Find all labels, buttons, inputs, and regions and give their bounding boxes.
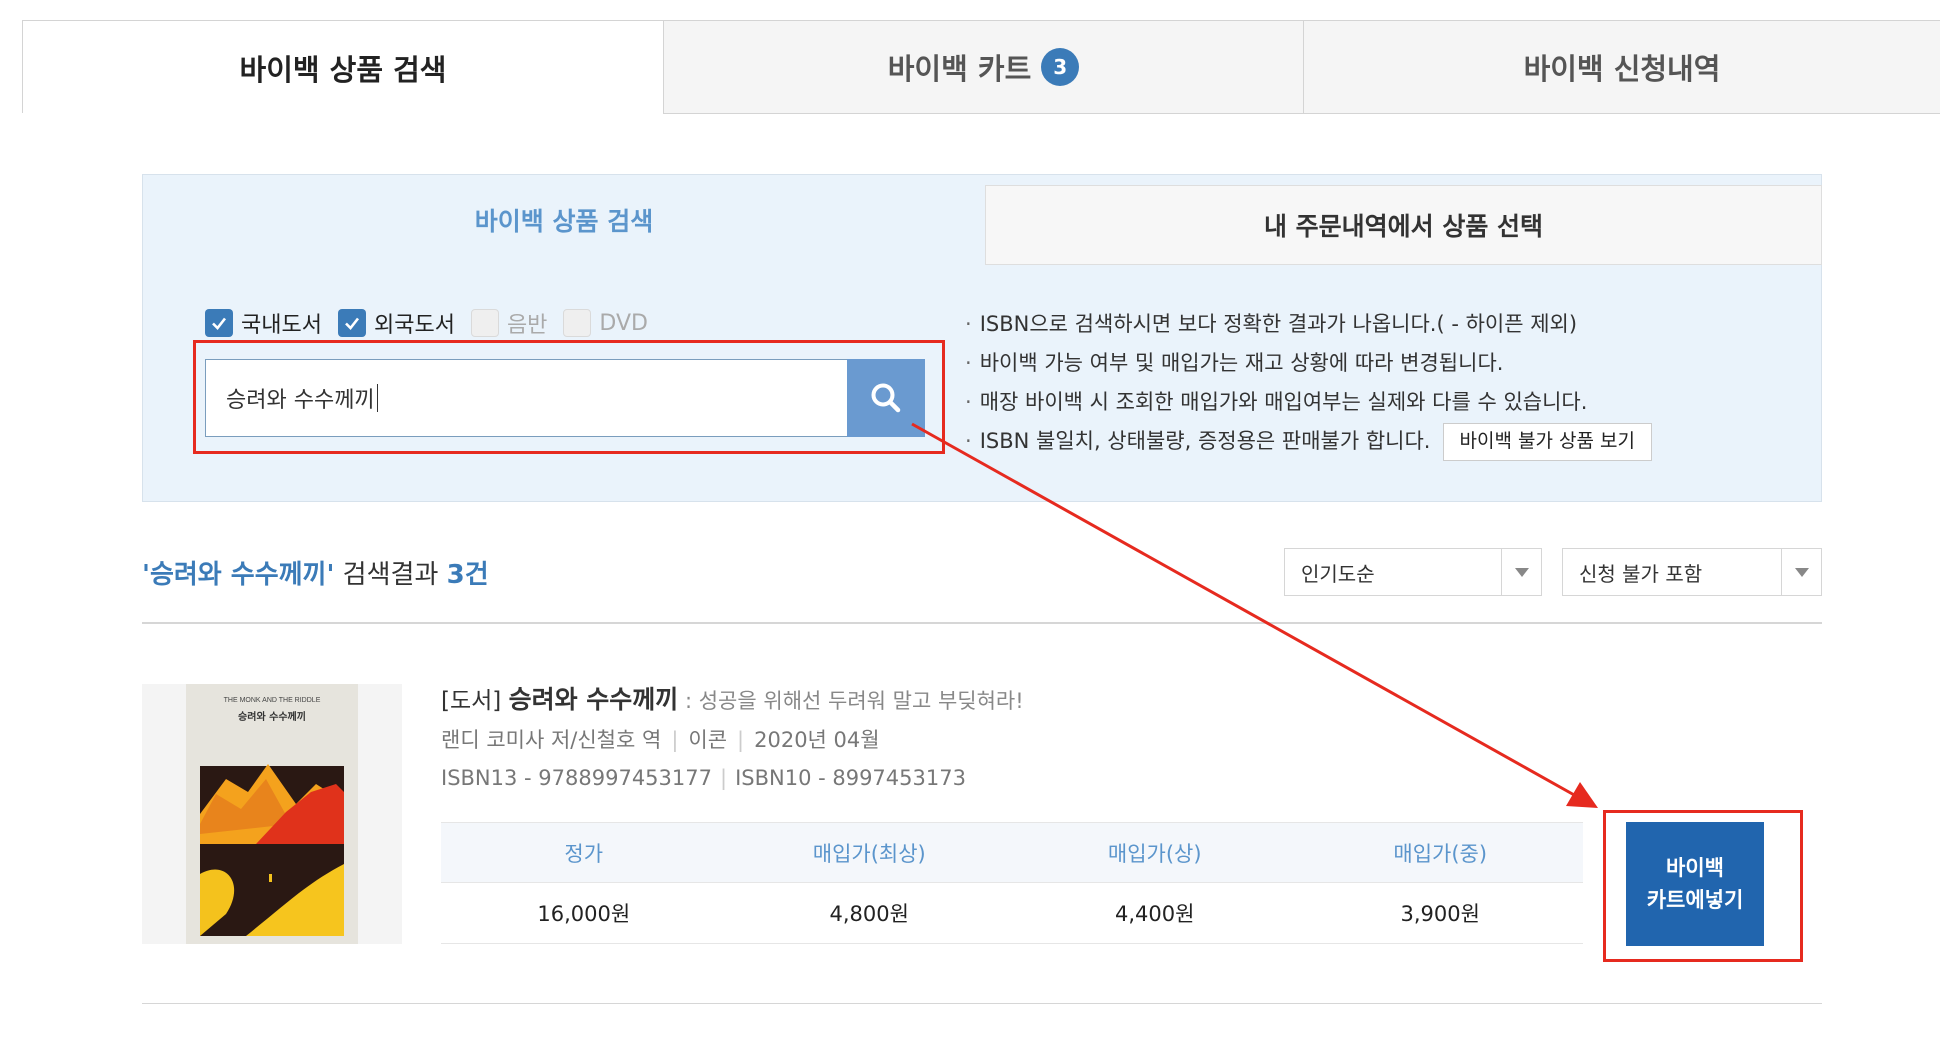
filter-dvd[interactable]: DVD — [563, 309, 648, 337]
isbn13: ISBN13 - 9788997453177 — [441, 766, 712, 790]
availability-select[interactable]: 신청 불가 포함 — [1562, 548, 1822, 596]
notice-item: ISBN으로 검색하시면 보다 정확한 결과가 나옵니다.( - 하이픈 제외) — [965, 305, 1652, 344]
product-subtitle: : 성공을 위해선 두려워 말고 부딪혀라! — [678, 689, 1024, 713]
tab-label: 바이백 신청내역 — [1523, 52, 1721, 86]
divider — [142, 622, 1822, 624]
checkbox-disabled-icon[interactable] — [470, 309, 499, 337]
price-table-header: 정가 매입가(최상) 매입가(상) 매입가(중) — [441, 823, 1583, 883]
filter-label: 국내도서 — [241, 313, 322, 338]
price-table-row: 16,000원 4,800원 4,400원 3,900원 — [441, 883, 1583, 943]
notice-item: 바이백 가능 여부 및 매입가는 재고 상황에 따라 변경됩니다. — [965, 344, 1652, 383]
filter-label: 외국도서 — [373, 313, 455, 338]
result-label: 검색결과 — [334, 560, 447, 590]
unavailable-products-button[interactable]: 바이백 불가 상품 보기 — [1442, 422, 1652, 461]
filter-foreign-books[interactable]: 외국도서 — [337, 307, 455, 339]
product-meta: 랜디 코미사 저/신철호 역 | 이콘 | 2020년 04월 — [441, 724, 880, 754]
product-title[interactable]: 승려와 수수께끼 — [509, 685, 679, 714]
chevron-down-icon — [1781, 549, 1821, 595]
cover-title-en: THE MONK AND THE RIDDLE — [224, 697, 321, 704]
book-cover-image: THE MONK AND THE RIDDLE 승려와 수수께끼 — [186, 684, 358, 944]
filter-label: 음반 — [506, 313, 548, 338]
price-header-good: 매입가(상) — [1107, 841, 1202, 866]
top-tabs: 바이백 상품 검색 바이백 카트 3 바이백 신청내역 — [22, 20, 1940, 115]
annotation-highlight-box — [1603, 810, 1803, 962]
category-filters: 국내도서 외국도서 음반 DVD — [205, 307, 664, 339]
subtab-label: 바이백 상품 검색 — [474, 207, 654, 236]
subtab-label: 내 주문내역에서 상품 선택 — [1263, 212, 1544, 241]
annotation-highlight-box — [193, 340, 945, 454]
tab-buyback-cart[interactable]: 바이백 카트 3 — [663, 21, 1303, 114]
price-table: 정가 매입가(최상) 매입가(상) 매입가(중) 16,000원 4,800원 … — [441, 822, 1583, 944]
tab-buyback-history[interactable]: 바이백 신청내역 — [1303, 21, 1940, 114]
filter-domestic-books[interactable]: 국내도서 — [205, 307, 322, 339]
search-result-summary: '승려와 수수께끼' 검색결과 3건 — [142, 554, 489, 591]
chevron-down-icon — [1501, 549, 1541, 595]
price-fair: 3,900원 — [1400, 902, 1480, 926]
checkbox-checked-icon[interactable] — [337, 309, 366, 337]
sort-select[interactable]: 인기도순 — [1284, 548, 1542, 596]
subtab-order-history[interactable]: 내 주문내역에서 상품 선택 — [985, 185, 1822, 265]
cover-title-ko: 승려와 수수께끼 — [238, 710, 306, 723]
tab-buyback-search[interactable]: 바이백 상품 검색 — [23, 21, 663, 115]
checkbox-checked-icon[interactable] — [205, 309, 233, 337]
price-header-list: 정가 — [564, 841, 604, 866]
product-publisher: 이콘 — [688, 728, 728, 752]
checkbox-disabled-icon[interactable] — [563, 309, 592, 337]
result-query: '승려와 수수께끼' — [142, 560, 335, 590]
notice-item: 매장 바이백 시 조회한 매입가와 매입여부는 실제와 다를 수 있습니다. — [965, 383, 1652, 422]
price-header-best: 매입가(최상) — [812, 841, 926, 866]
notice-list: ISBN으로 검색하시면 보다 정확한 결과가 나옵니다.( - 하이픈 제외)… — [965, 305, 1652, 461]
tab-label: 바이백 상품 검색 — [239, 53, 447, 87]
separator: | — [671, 728, 679, 752]
separator: | — [719, 766, 728, 790]
filter-label: DVD — [599, 310, 648, 336]
book-cover[interactable]: THE MONK AND THE RIDDLE 승려와 수수께끼 — [142, 684, 402, 944]
product-type: [도서] — [441, 688, 502, 714]
notice-item: ISBN 불일치, 상태불량, 증정용은 판매불가 합니다.바이백 불가 상품 … — [965, 422, 1652, 461]
price-header-fair: 매입가(중) — [1393, 841, 1488, 866]
isbn10: ISBN10 - 8997453173 — [735, 766, 966, 790]
cart-count-badge: 3 — [1041, 48, 1080, 86]
divider — [142, 1003, 1822, 1004]
price-best: 4,800원 — [829, 902, 909, 926]
product-date: 2020년 04월 — [754, 728, 880, 752]
separator: | — [737, 728, 745, 752]
tab-label: 바이백 카트 — [887, 52, 1032, 86]
product-isbn: ISBN13 - 9788997453177 | ISBN10 - 89974531… — [441, 766, 966, 790]
availability-select-value: 신청 불가 포함 — [1579, 561, 1703, 586]
price-good: 4,400원 — [1115, 902, 1195, 926]
subtab-product-search[interactable]: 바이백 상품 검색 — [143, 175, 985, 265]
product-title-line: [도서] 승려와 수수께끼 : 성공을 위해선 두려워 말고 부딪혀라! — [441, 680, 1024, 716]
filter-music[interactable]: 음반 — [470, 307, 548, 339]
price-list: 16,000원 — [537, 902, 631, 926]
sort-select-value: 인기도순 — [1301, 561, 1375, 586]
result-count: 3건 — [446, 560, 489, 590]
product-author: 랜디 코미사 저/신철호 역 — [441, 728, 662, 752]
